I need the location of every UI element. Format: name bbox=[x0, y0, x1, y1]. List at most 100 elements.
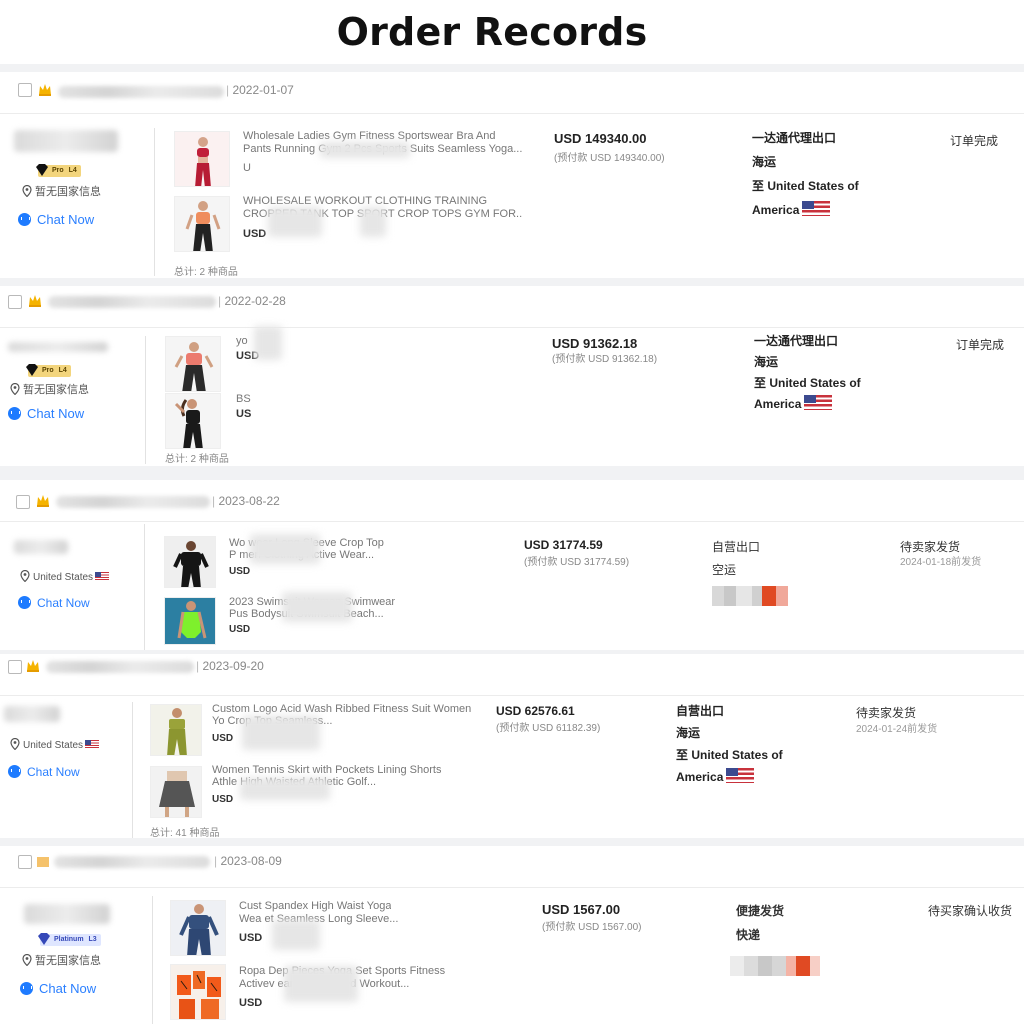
shipping-destination-country: America bbox=[676, 770, 724, 784]
prepaid-amount: (预付款 USD 31774.59) bbox=[524, 557, 630, 568]
location-pin-icon bbox=[10, 383, 20, 395]
section-divider bbox=[0, 838, 1024, 846]
product-thumbnail[interactable] bbox=[164, 536, 216, 588]
column-divider bbox=[144, 524, 145, 650]
prepaid-amount: (预付款 USD 61182.39) bbox=[496, 723, 601, 734]
buyer-location: United States bbox=[10, 738, 100, 751]
order-card: 2023-08-22 United States Chat Now Wo wea… bbox=[0, 480, 1024, 652]
column-divider bbox=[145, 336, 146, 464]
page-title: Order Records bbox=[336, 10, 648, 54]
product-thumbnail[interactable] bbox=[170, 900, 226, 956]
shipping-mode: 空运 bbox=[712, 563, 737, 577]
location-pin-icon bbox=[10, 738, 20, 750]
badge-level: L4 bbox=[68, 167, 77, 174]
checkbox-icon[interactable] bbox=[8, 660, 22, 674]
product-thumbnail[interactable] bbox=[165, 336, 221, 392]
buyer-badge: Pro L4 bbox=[36, 164, 81, 177]
buyer-badge: Pro L4 bbox=[26, 364, 71, 377]
seller-name-blurred bbox=[58, 86, 224, 98]
order-header: 2023-08-09 bbox=[0, 846, 1024, 888]
order-date: 2023-08-09 bbox=[214, 854, 281, 868]
shipping-destination: 至 United States of bbox=[676, 748, 783, 762]
product-thumbnail[interactable] bbox=[150, 766, 202, 818]
shipping-destination: 至 United States of bbox=[754, 376, 861, 390]
badge-label: Pro bbox=[52, 167, 64, 174]
product-price-label: USD bbox=[212, 733, 234, 744]
product-thumbnail[interactable] bbox=[170, 964, 226, 1020]
location-text: United States bbox=[33, 572, 94, 583]
order-card: 2022-02-28 Pro L4 暂无国家信息 Chat Now yo USD… bbox=[0, 286, 1024, 466]
order-amount: USD 62576.61 bbox=[496, 704, 575, 718]
buyer-badge: Platinum L3 bbox=[38, 933, 101, 946]
ship-deadline: 2024-01-18前发货 bbox=[900, 557, 982, 568]
crown-icon bbox=[37, 857, 49, 867]
seller-name-blurred bbox=[54, 856, 210, 868]
buyer-name-blurred bbox=[24, 904, 110, 924]
seller-name-blurred bbox=[48, 296, 216, 308]
product-name[interactable]: Cust Spandex High Waist Yoga bbox=[239, 900, 391, 913]
shipping-destination: 至 United States of bbox=[752, 179, 859, 193]
buyer-location: 暂无国家信息 bbox=[22, 952, 101, 968]
product-price-label: USD bbox=[229, 566, 251, 577]
order-amount: USD 31774.59 bbox=[524, 538, 603, 552]
chat-now-button[interactable]: Chat Now bbox=[8, 406, 84, 421]
chat-label: Chat Now bbox=[27, 406, 85, 421]
diamond-icon bbox=[36, 164, 48, 176]
crown-icon bbox=[39, 84, 51, 96]
product-thumbnail[interactable] bbox=[174, 196, 230, 252]
blur-overlay bbox=[272, 920, 320, 950]
chat-bubble-icon bbox=[18, 213, 31, 226]
shipping-method: 一达通代理出口 bbox=[754, 334, 839, 348]
badge-level: L3 bbox=[88, 936, 97, 943]
order-item-count: 总计: 41 种商品 bbox=[150, 828, 220, 839]
chat-bubble-icon bbox=[8, 407, 21, 420]
chat-bubble-icon bbox=[8, 765, 21, 778]
prepaid-amount: (预付款 USD 1567.00) bbox=[542, 922, 642, 933]
product-name[interactable]: yo bbox=[236, 335, 248, 348]
order-date: 2022-02-28 bbox=[218, 294, 285, 308]
product-thumbnail[interactable] bbox=[174, 131, 230, 187]
chat-now-button[interactable]: Chat Now bbox=[18, 596, 90, 610]
chat-now-button[interactable]: Chat Now bbox=[8, 765, 80, 779]
checkbox-icon[interactable] bbox=[18, 83, 32, 97]
us-flag-icon bbox=[802, 201, 831, 216]
product-thumbnail[interactable] bbox=[165, 393, 221, 449]
chat-bubble-icon bbox=[20, 982, 33, 995]
location-text: 暂无国家信息 bbox=[35, 186, 101, 198]
location-pin-icon bbox=[20, 570, 30, 582]
product-price-label: USD bbox=[243, 228, 267, 240]
us-flag-icon bbox=[804, 395, 833, 410]
product-name[interactable]: BS bbox=[236, 393, 251, 406]
product-thumbnail[interactable] bbox=[150, 704, 202, 756]
chat-now-button[interactable]: Chat Now bbox=[18, 212, 94, 227]
seller-name-blurred bbox=[56, 496, 210, 508]
shipping-method: 一达通代理出口 bbox=[752, 131, 837, 145]
chat-now-button[interactable]: Chat Now bbox=[20, 981, 96, 996]
buyer-name-blurred bbox=[14, 130, 118, 152]
blur-overlay bbox=[250, 534, 320, 564]
checkbox-icon[interactable] bbox=[18, 855, 32, 869]
order-amount: USD 1567.00 bbox=[542, 902, 621, 917]
checkbox-icon[interactable] bbox=[8, 295, 22, 309]
order-date: 2023-09-20 bbox=[196, 659, 263, 673]
order-date: 2023-08-22 bbox=[212, 494, 279, 508]
product-thumbnail[interactable] bbox=[164, 597, 216, 645]
chat-label: Chat Now bbox=[27, 765, 80, 779]
product-price-label: USD bbox=[239, 932, 263, 944]
column-divider bbox=[152, 896, 153, 1024]
shipping-method: 自营出口 bbox=[676, 704, 725, 718]
chat-bubble-icon bbox=[18, 596, 31, 609]
us-flag-icon bbox=[726, 768, 755, 783]
blur-overlay bbox=[242, 716, 320, 750]
chat-label: Chat Now bbox=[37, 212, 95, 227]
pixelated-region bbox=[730, 956, 830, 976]
blur-overlay bbox=[284, 966, 358, 1002]
order-amount: USD 91362.18 bbox=[552, 336, 638, 351]
pixelated-region bbox=[712, 586, 800, 606]
order-status: 订单完成 bbox=[950, 134, 999, 148]
badge-label: Pro bbox=[42, 367, 54, 374]
badge-label: Platinum bbox=[54, 936, 84, 943]
section-divider bbox=[0, 466, 1024, 480]
checkbox-icon[interactable] bbox=[16, 495, 30, 509]
shipping-method: 便捷发货 bbox=[736, 904, 785, 918]
